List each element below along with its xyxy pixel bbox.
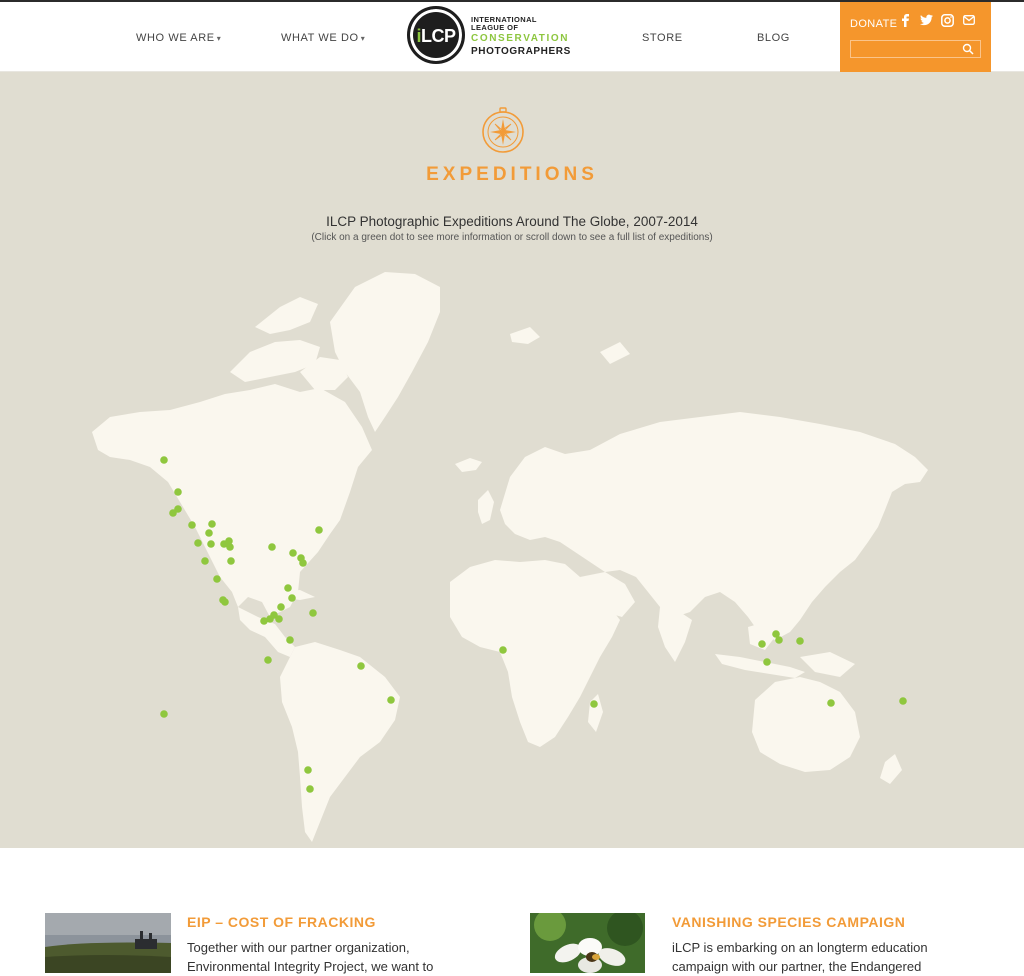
expedition-dot[interactable] bbox=[758, 640, 766, 648]
expedition-dot[interactable] bbox=[188, 521, 196, 529]
indonesia bbox=[715, 654, 805, 678]
expedition-dot[interactable] bbox=[160, 456, 168, 464]
expedition-dot[interactable] bbox=[299, 559, 307, 567]
great-britain bbox=[478, 490, 494, 524]
card-title-fracking[interactable]: EIP – COST OF FRACKING bbox=[187, 914, 376, 930]
search-input[interactable] bbox=[851, 41, 961, 57]
logo-line-3: PHOTOGRAPHERS bbox=[471, 46, 571, 57]
card-thumbnail-fracking[interactable] bbox=[45, 913, 171, 973]
expedition-dot[interactable] bbox=[227, 557, 235, 565]
expedition-dot[interactable] bbox=[226, 543, 234, 551]
expedition-dot[interactable] bbox=[763, 658, 771, 666]
expedition-dot[interactable] bbox=[304, 766, 312, 774]
ilcp-logo[interactable]: iLCP INTERNATIONAL LEAGUE OF CONSERVATIO… bbox=[407, 6, 571, 66]
australia bbox=[752, 677, 860, 772]
expedition-dot[interactable] bbox=[194, 539, 202, 547]
madagascar bbox=[588, 694, 603, 732]
expedition-dot[interactable] bbox=[899, 697, 907, 705]
new-zealand bbox=[880, 754, 902, 784]
expedition-dot[interactable] bbox=[499, 646, 507, 654]
expedition-dot[interactable] bbox=[264, 656, 272, 664]
expedition-dot[interactable] bbox=[827, 699, 835, 707]
site-header: WHO WE ARE ▾ WHAT WE DO ▾ iLCP INTERNATION… bbox=[0, 0, 1024, 73]
expedition-dot[interactable] bbox=[208, 520, 216, 528]
india bbox=[658, 607, 692, 662]
card-thumbnail-vanishing-species[interactable] bbox=[530, 913, 656, 973]
card-title-vanishing-species[interactable]: VANISHING SPECIES CAMPAIGN bbox=[672, 914, 905, 930]
card-text-vanishing-species: iLCP is embarking on an longterm educati… bbox=[672, 940, 928, 974]
expedition-dot[interactable] bbox=[221, 598, 229, 606]
world-map[interactable] bbox=[0, 72, 1024, 848]
nav-who-we-are-label: WHO WE ARE bbox=[136, 32, 215, 44]
expedition-dot[interactable] bbox=[277, 603, 285, 611]
mail-icon[interactable] bbox=[963, 15, 975, 25]
expedition-dot[interactable] bbox=[205, 529, 213, 537]
north-america bbox=[92, 384, 372, 617]
nav-who-we-are[interactable]: WHO WE ARE ▾ bbox=[136, 32, 221, 44]
expedition-dot[interactable] bbox=[174, 488, 182, 496]
logo-wordmark: INTERNATIONAL LEAGUE OF CONSERVATION PHO… bbox=[471, 16, 571, 57]
expedition-dot[interactable] bbox=[315, 526, 323, 534]
card-text-fracking: Together with our partner organization, … bbox=[187, 940, 434, 974]
iceland bbox=[455, 458, 482, 472]
expedition-dot[interactable] bbox=[207, 540, 215, 548]
search-field[interactable] bbox=[850, 40, 981, 58]
logo-line-2: CONSERVATION bbox=[471, 33, 570, 44]
chevron-down-icon: ▾ bbox=[216, 34, 222, 43]
arctic-islands-2 bbox=[255, 297, 318, 334]
expedition-dot[interactable] bbox=[286, 636, 294, 644]
chevron-down-icon: ▾ bbox=[360, 34, 366, 43]
facebook-icon[interactable] bbox=[901, 14, 910, 27]
expedition-dot[interactable] bbox=[309, 609, 317, 617]
continents bbox=[92, 272, 928, 842]
logo-line-1: INTERNATIONAL LEAGUE OF bbox=[471, 15, 537, 32]
logo-mark: iLCP bbox=[407, 6, 465, 64]
expedition-dot[interactable] bbox=[387, 696, 395, 704]
nav-blog[interactable]: BLOG bbox=[757, 32, 790, 44]
expedition-dot[interactable] bbox=[357, 662, 365, 670]
search-icon[interactable] bbox=[962, 43, 974, 55]
expedition-dot[interactable] bbox=[268, 543, 276, 551]
svalbard bbox=[510, 327, 540, 344]
nav-store[interactable]: STORE bbox=[642, 32, 683, 44]
expedition-dot[interactable] bbox=[288, 594, 296, 602]
flower-bee-photo bbox=[530, 913, 645, 973]
novaya-zemlya bbox=[600, 342, 630, 364]
expedition-dot[interactable] bbox=[169, 509, 177, 517]
expedition-dot[interactable] bbox=[590, 700, 598, 708]
expedition-dot[interactable] bbox=[201, 557, 209, 565]
instagram-icon[interactable] bbox=[941, 14, 954, 27]
donate-button[interactable]: DONATE bbox=[850, 18, 897, 30]
expeditions-map-section: EXPEDITIONS ILCP Photographic Expedition… bbox=[0, 72, 1024, 848]
nav-what-we-do[interactable]: WHAT WE DO ▾ bbox=[281, 32, 365, 44]
expedition-dot[interactable] bbox=[289, 549, 297, 557]
expedition-dot[interactable] bbox=[275, 615, 283, 623]
expedition-dot[interactable] bbox=[284, 584, 292, 592]
expedition-dot[interactable] bbox=[796, 637, 804, 645]
expedition-dot[interactable] bbox=[160, 710, 168, 718]
expedition-dot[interactable] bbox=[306, 785, 314, 793]
fracking-photo bbox=[45, 913, 171, 973]
expedition-dot[interactable] bbox=[213, 575, 221, 583]
nav-what-we-do-label: WHAT WE DO bbox=[281, 32, 359, 44]
expedition-dot[interactable] bbox=[775, 636, 783, 644]
donate-panel: DONATE bbox=[840, 2, 991, 73]
twitter-icon[interactable] bbox=[920, 14, 933, 26]
south-america bbox=[280, 642, 400, 842]
new-guinea bbox=[800, 652, 855, 677]
central-america bbox=[238, 607, 295, 657]
